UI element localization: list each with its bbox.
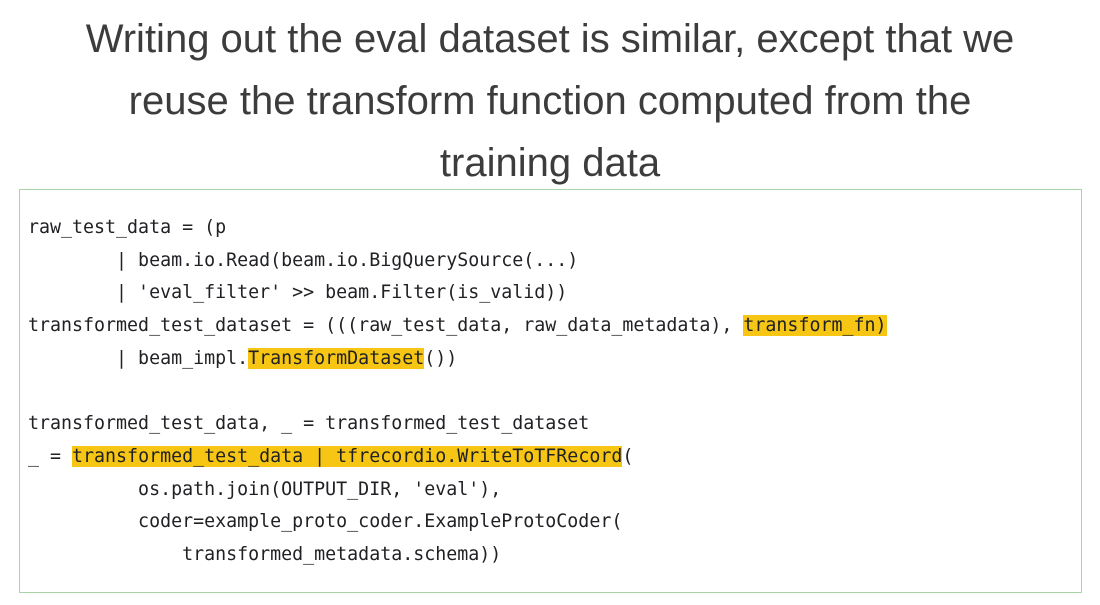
code-token: coder=example_proto_coder.ExampleProtoCo… — [28, 511, 623, 533]
title-line: Writing out the eval dataset is similar,… — [85, 17, 1015, 61]
code-line: os.path.join(OUTPUT_DIR, 'eval'), — [28, 474, 887, 507]
code-line: | beam_impl.TransformDataset()) — [28, 343, 887, 376]
slide-title: Writing out the eval dataset is similar,… — [0, 8, 1100, 194]
title-line: reuse the transform function computed fr… — [128, 79, 972, 123]
code-token: ( — [622, 445, 634, 467]
code-token: | beam_impl. — [28, 347, 249, 369]
code-token: transformed_test_data, _ = transformed_t… — [28, 413, 590, 435]
code-line: transformed_test_dataset = (((raw_test_d… — [28, 310, 887, 343]
code-token: _ = — [28, 445, 73, 467]
code-line: transformed_test_data, _ = transformed_t… — [28, 408, 887, 441]
code-line: raw_test_data = (p — [28, 212, 887, 245]
code-token: os.path.join(OUTPUT_DIR, 'eval'), — [28, 478, 502, 500]
code-line: coder=example_proto_coder.ExampleProtoCo… — [28, 506, 887, 539]
highlighted-code-token: transform_fn) — [743, 315, 887, 337]
highlighted-code-token: TransformDataset — [248, 347, 425, 369]
code-token: | beam.io.Read(beam.io.BigQuerySource(..… — [28, 249, 579, 271]
code-block: raw_test_data = (p | beam.io.Read(beam.i… — [19, 189, 1082, 593]
highlighted-code-token: transformed_test_data | tfrecordio.Write… — [72, 445, 623, 467]
code-token: ()) — [424, 347, 458, 369]
code-line: | beam.io.Read(beam.io.BigQuerySource(..… — [28, 245, 887, 278]
code-token: | 'eval_filter' >> beam.Filter(is_valid)… — [28, 282, 568, 304]
code-line: _ = transformed_test_data | tfrecordio.W… — [28, 441, 887, 474]
code-line: | 'eval_filter' >> beam.Filter(is_valid)… — [28, 277, 887, 310]
code-token: transformed_metadata.schema)) — [28, 543, 502, 565]
code-token: raw_test_data = (p — [28, 217, 227, 238]
code-listing: raw_test_data = (p | beam.io.Read(beam.i… — [28, 212, 887, 572]
code-token: transformed_test_dataset = (((raw_test_d… — [28, 315, 744, 337]
code-line: transformed_metadata.schema)) — [28, 539, 887, 572]
title-line: training data — [439, 141, 661, 185]
